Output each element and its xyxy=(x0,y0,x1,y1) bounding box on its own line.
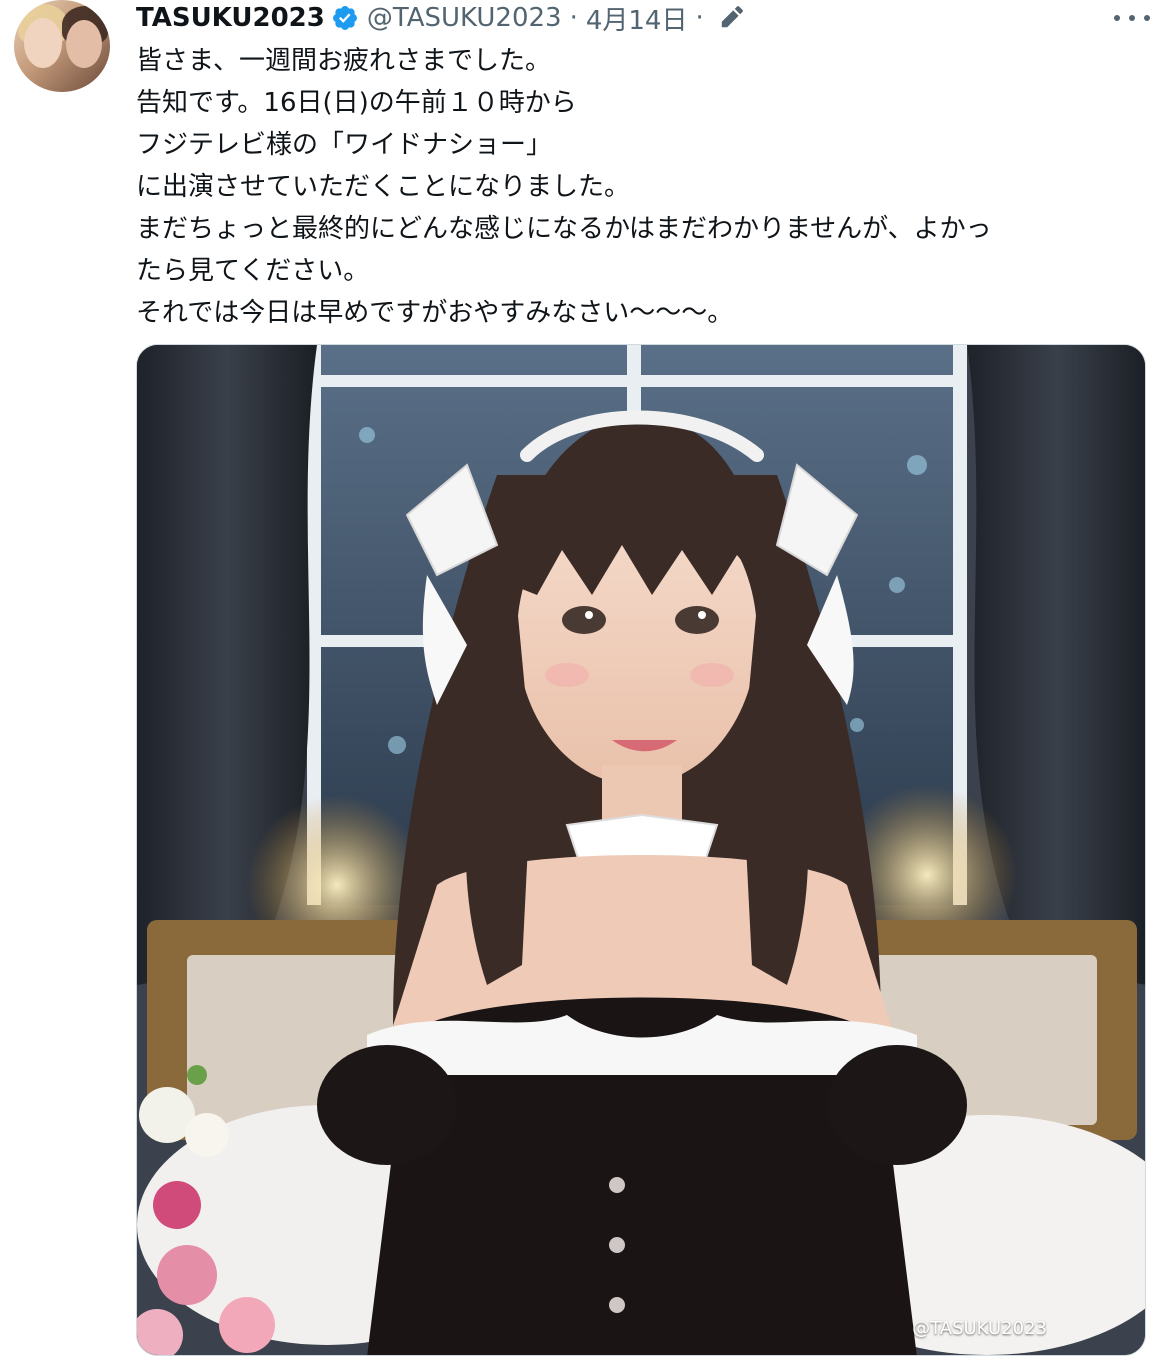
tweet-media-image[interactable]: @TASUKU2023 xyxy=(136,344,1146,1356)
tweet-line: に出演させていただくことになりました。 xyxy=(136,172,631,202)
more-options-icon[interactable] xyxy=(1114,4,1150,32)
dot-glyph xyxy=(1129,15,1135,21)
tweet-line: 皆さま、一週間お疲れさまでした。 xyxy=(136,46,551,76)
tweet-date[interactable]: 4月14日 xyxy=(586,0,688,37)
tweet-line: たら見てください。 xyxy=(136,256,370,286)
edited-pencil-icon[interactable] xyxy=(718,5,744,31)
author-avatar[interactable] xyxy=(14,0,110,92)
verified-badge-icon[interactable] xyxy=(331,4,359,32)
media-watermark: @TASUKU2023 xyxy=(912,1318,1047,1339)
author-handle[interactable]: @TASUKU2023 xyxy=(367,3,562,33)
avatar-detail xyxy=(24,18,62,68)
tweet-header: TASUKU2023 @TASUKU2023 · 4月14日 · xyxy=(136,0,744,36)
dot-glyph xyxy=(1144,15,1150,21)
tweet-line: フジテレビ様の「ワイドナショー」 xyxy=(136,130,553,160)
tweet-body: 皆さま、一週間お疲れさまでした。 告知です。16日(日)の午前１０時から フジテ… xyxy=(136,40,1146,334)
avatar-detail xyxy=(66,20,102,68)
tweet-line: まだちょっと最終的にどんな感じになるかはまだわかりませんが、よかっ xyxy=(136,214,992,244)
author-display-name[interactable]: TASUKU2023 xyxy=(136,3,325,33)
tweet-line: 告知です。16日(日)の午前１０時から xyxy=(136,88,577,118)
tweet-line: それでは今日は早めですがおやすみなさい〜〜〜。 xyxy=(136,298,734,328)
separator-dot: · xyxy=(695,3,704,33)
separator-dot: · xyxy=(569,3,578,33)
media-illustration xyxy=(137,345,1145,1355)
dot-glyph xyxy=(1114,15,1120,21)
